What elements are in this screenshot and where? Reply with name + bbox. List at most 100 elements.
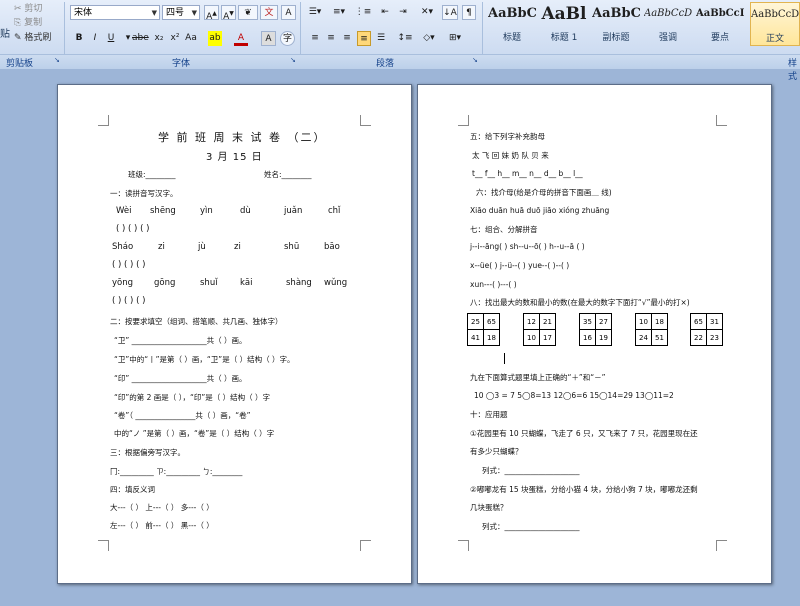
question-line: “卷”（ ________________共（ ）画，“卷”: [114, 411, 251, 420]
chinese-layout-button[interactable]: ✕▾: [418, 5, 436, 20]
grid-cell: 18: [651, 313, 668, 330]
class-label: 班级:________: [128, 170, 176, 179]
subscript-button[interactable]: x₂: [152, 31, 166, 46]
cut-label: 剪切: [24, 4, 43, 14]
font-name-select[interactable]: 宋体 ▼: [70, 5, 160, 20]
strikethrough-button[interactable]: abe: [132, 31, 149, 46]
style-name: 标题 1: [550, 33, 578, 43]
distribute-button[interactable]: ☰: [374, 31, 388, 46]
group-labels-bar: 剪贴板 ↘ 字体 ↘ 段落 ↘ 样式: [0, 54, 800, 82]
clear-format-button[interactable]: ❦: [238, 5, 258, 20]
question-line: j--i--āng( ) sh--u--ō( ) h--u--ā ( ): [470, 242, 585, 251]
answer-parens: ( ) ( ) ( ): [112, 296, 146, 306]
change-case-button[interactable]: Aa: [184, 31, 198, 46]
style-subtitle[interactable]: AaBbC 副标题: [592, 2, 640, 44]
pinyin: juǎn: [284, 206, 303, 216]
show-marks-button[interactable]: ¶: [462, 5, 476, 20]
question-line: 中的“ノ ”是第（ ）画，“卷”是（ ）结构（ ）字: [114, 429, 275, 438]
style-title[interactable]: AaBbC 标题: [488, 2, 536, 44]
pinyin: shuǐ: [200, 278, 218, 288]
pinyin: jù: [198, 242, 206, 252]
ribbon: 贴 ✂ 剪切 ⎘ 复制 ✎ 格式刷 宋体 ▼ 四号 ▼ A▲ A▼ ❦ 文 A B …: [0, 0, 800, 82]
text-cursor: [504, 353, 505, 364]
dialog-launcher-icon[interactable]: ↘: [472, 56, 478, 64]
style-name: 标题: [502, 33, 521, 43]
italic-button[interactable]: I: [88, 31, 102, 46]
highlight-color-button[interactable]: ab: [208, 31, 222, 46]
crop-mark: [98, 115, 109, 126]
font-size-select[interactable]: 四号 ▼: [162, 5, 200, 20]
phonetic-guide-button[interactable]: 文: [260, 5, 278, 20]
style-emphasis[interactable]: AaBbCcD 强调: [644, 2, 692, 44]
pinyin: bāo: [324, 242, 340, 252]
style-heading-1[interactable]: AaBl 标题 1: [540, 2, 588, 44]
section-heading: 四：填反义词: [110, 485, 155, 494]
number-grid: 12 21 10 17: [523, 313, 556, 346]
chevron-down-icon: ▼: [151, 9, 157, 17]
increase-indent-button[interactable]: ⇥: [396, 5, 410, 20]
pinyin: shū: [284, 242, 300, 252]
document-page-2[interactable]: 五：给下列字补充韵母 太 飞 回 妹 奶 队 贝 来 t__ f__ h__ m…: [417, 84, 772, 584]
paragraph-group-label: 段落: [376, 59, 395, 69]
sort-button[interactable]: ↓A: [442, 5, 458, 20]
chevron-down-icon: ▼: [191, 9, 197, 17]
style-strong[interactable]: AaBbCcD 要点: [696, 2, 744, 44]
align-center-button[interactable]: ≡: [324, 31, 338, 46]
cut-button[interactable]: ✂ 剪切: [14, 1, 42, 14]
crop-mark: [716, 115, 727, 126]
pinyin: chǐ: [328, 206, 341, 216]
underline-button[interactable]: U: [104, 31, 118, 46]
align-left-button[interactable]: ≡: [308, 31, 322, 46]
borders-button[interactable]: ⊞▾: [446, 31, 464, 46]
grid-cell: 65: [483, 313, 500, 330]
question-line: “印” ____________________共（ ）画。: [114, 374, 247, 383]
styles-gallery: AaBbC 标题 AaBl 标题 1 AaBbC 副标题 AaBbCcD 强调 AaBb…: [484, 2, 800, 54]
pinyin: yìn: [200, 206, 213, 216]
bold-button[interactable]: B: [72, 31, 86, 46]
section-heading: 九在下面算式题里填上正确的“＋”和“－”: [470, 373, 606, 382]
dialog-launcher-icon[interactable]: ↘: [290, 56, 296, 64]
word-problem: ②嘟嘟龙有 15 块蛋糕，分给小猫 4 块，分给小狗 7 块，嘟嘟龙还剩: [470, 485, 698, 494]
grid-cell: 51: [651, 329, 668, 346]
document-page-1[interactable]: 学 前 班 周 末 试 卷 （二） 3 月 15 日 班级:________ 姓…: [57, 84, 412, 584]
shrink-font-button[interactable]: A▼: [221, 5, 236, 22]
font-group-label: 字体: [172, 59, 191, 69]
justify-button[interactable]: ≡: [357, 31, 371, 46]
grid-cell: 41: [467, 329, 484, 346]
grid-cell: 22: [690, 329, 707, 346]
paste-button[interactable]: 贴: [0, 25, 10, 40]
name-label: 姓名:________: [264, 170, 312, 179]
pinyin: wǔng: [324, 278, 348, 288]
multilevel-list-button[interactable]: ⋮≡: [354, 5, 372, 20]
word-problem: ①花园里有 10 只蝴蝶，飞走了 6 只，又飞来了 7 只，花园里现在还: [470, 429, 698, 438]
question-line: “卫” ____________________共（ ）画。: [114, 336, 247, 345]
font-name-value: 宋体: [74, 8, 93, 18]
pinyin: Sháo: [112, 242, 134, 252]
shading-button[interactable]: ◇▾: [420, 31, 438, 46]
copy-button[interactable]: ⎘ 复制: [14, 15, 42, 28]
pinyin: gōng: [154, 278, 176, 288]
font-color-button[interactable]: A: [234, 31, 248, 46]
answer-line: 列式：____________________: [482, 466, 580, 475]
char-shading-button[interactable]: A: [261, 31, 276, 46]
line-spacing-button[interactable]: ↕≡: [396, 31, 414, 46]
style-normal[interactable]: AaBbCcDc 正文: [750, 2, 800, 46]
superscript-button[interactable]: x²: [168, 31, 182, 46]
format-painter-button[interactable]: ✎ 格式刷: [14, 30, 51, 43]
decrease-indent-button[interactable]: ⇤: [378, 5, 392, 20]
align-right-button[interactable]: ≡: [340, 31, 354, 46]
grid-cell: 16: [579, 329, 596, 346]
numbering-button[interactable]: ≡▾: [330, 5, 348, 20]
section-heading: 二：按要求填空（组词、搭笔顺、共几画、独体字）: [110, 317, 283, 326]
number-grid: 65 31 22 23: [690, 313, 723, 346]
dialog-launcher-icon[interactable]: ↘: [54, 56, 60, 64]
grow-font-button[interactable]: A▲: [204, 5, 219, 22]
enclose-char-button[interactable]: 字: [280, 31, 295, 46]
exam-date: 3 月 15 日: [206, 152, 263, 163]
answer-parens: ( ) ( ) ( ): [112, 260, 146, 270]
char-border-button[interactable]: A: [281, 5, 296, 20]
bullets-button[interactable]: ☰▾: [306, 5, 324, 20]
style-sample: AaBbCcD: [696, 8, 744, 19]
blank-row: t__ f__ h__ m__ n__ d__ b__ l__: [472, 169, 583, 178]
page-title: 学 前 班 周 末 试 卷 （二）: [158, 131, 327, 144]
